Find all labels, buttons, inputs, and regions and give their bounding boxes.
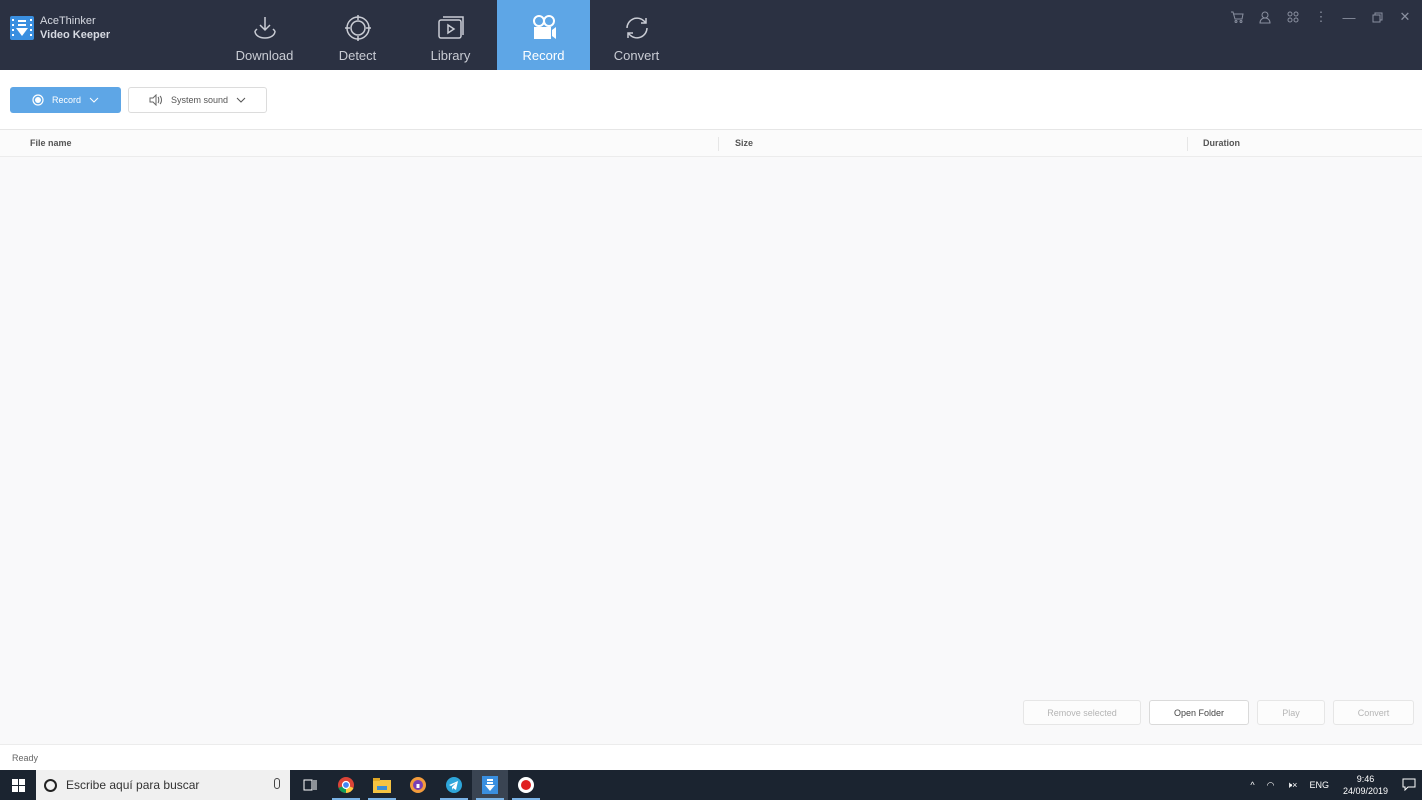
tab-label: Convert: [613, 48, 660, 63]
video-keeper-icon[interactable]: [472, 770, 508, 800]
chrome-icon[interactable]: [328, 770, 364, 800]
download-icon: [253, 17, 276, 39]
wifi-icon[interactable]: ◠: [1261, 780, 1281, 791]
convert-icon: [625, 17, 648, 39]
windows-taskbar: Escribe aquí para buscar ^ ◠ 🕨× ENG 9:46…: [0, 770, 1422, 800]
taskbar-apps: [292, 770, 544, 800]
column-duration[interactable]: Duration: [1203, 130, 1240, 157]
close-icon[interactable]: ✕: [1396, 8, 1414, 26]
recorder-icon[interactable]: [508, 770, 544, 800]
apps-icon[interactable]: [1284, 8, 1302, 26]
table-header: File name Size Duration: [0, 130, 1422, 157]
vpn-browser-icon[interactable]: [400, 770, 436, 800]
tab-label: Record: [522, 48, 565, 63]
recordings-list: [0, 158, 1422, 698]
open-folder-button[interactable]: Open Folder: [1149, 700, 1249, 725]
cortana-icon: [44, 778, 57, 792]
main-nav: Download Detect Library Record Convert: [218, 0, 683, 70]
user-icon[interactable]: [1256, 8, 1274, 26]
start-button[interactable]: [0, 770, 36, 800]
app-window: AceThinker Video Keeper Download Detect …: [0, 0, 1422, 770]
toolbar: Record System sound: [0, 70, 1422, 130]
chevron-down-icon: [236, 97, 246, 103]
remove-selected-button[interactable]: Remove selected: [1023, 700, 1141, 725]
audio-source-label: System sound: [170, 95, 229, 105]
play-button[interactable]: Play: [1257, 700, 1325, 725]
taskbar-search[interactable]: Escribe aquí para buscar: [36, 770, 290, 800]
tab-library[interactable]: Library: [404, 0, 497, 70]
windows-icon: [11, 778, 25, 792]
clock-time: 9:46: [1356, 774, 1375, 784]
video-keeper-logo-icon: [10, 16, 34, 40]
column-divider: [1187, 137, 1188, 151]
cart-icon[interactable]: [1228, 8, 1246, 26]
tab-label: Detect: [338, 48, 377, 63]
tab-download[interactable]: Download: [218, 0, 311, 70]
language-indicator[interactable]: ENG: [1303, 780, 1335, 790]
audio-source-dropdown[interactable]: System sound: [128, 87, 267, 113]
minimize-icon[interactable]: —: [1340, 8, 1358, 26]
tab-record[interactable]: Record: [497, 0, 590, 70]
convert-button[interactable]: Convert: [1333, 700, 1414, 725]
status-bar: Ready: [0, 744, 1422, 770]
volume-muted-icon[interactable]: 🕨×: [1281, 780, 1304, 791]
tab-label: Download: [235, 48, 294, 63]
chevron-down-icon: [89, 97, 99, 103]
action-buttons: Remove selected Open Folder Play Convert: [1023, 700, 1414, 725]
microphone-icon[interactable]: [274, 778, 280, 789]
record-button[interactable]: Record: [10, 87, 121, 113]
clock[interactable]: 9:46 24/09/2019: [1335, 773, 1396, 797]
app-logo: AceThinker Video Keeper: [10, 14, 110, 42]
tab-label: Library: [430, 48, 471, 63]
product-name: Video Keeper: [40, 29, 111, 41]
notifications-icon[interactable]: [1396, 778, 1422, 793]
system-tray: ^ ◠ 🕨× ENG 9:46 24/09/2019: [1244, 770, 1422, 800]
tab-detect[interactable]: Detect: [311, 0, 404, 70]
brand-name: AceThinker: [40, 15, 96, 27]
window-controls: ⋮ — ✕: [1228, 8, 1414, 26]
file-explorer-icon[interactable]: [364, 770, 400, 800]
telegram-icon[interactable]: [436, 770, 472, 800]
column-size[interactable]: Size: [735, 130, 753, 157]
search-placeholder: Escribe aquí para buscar: [66, 778, 200, 792]
speaker-icon: [149, 94, 162, 106]
column-file-name[interactable]: File name: [30, 130, 72, 157]
detect-icon: [344, 15, 371, 41]
top-bar: AceThinker Video Keeper Download Detect …: [0, 0, 1422, 70]
library-icon: [437, 16, 464, 39]
tab-convert[interactable]: Convert: [590, 0, 683, 70]
restore-icon[interactable]: [1368, 8, 1386, 26]
more-icon[interactable]: ⋮: [1312, 8, 1330, 26]
task-view-icon[interactable]: [292, 770, 328, 800]
clock-date: 24/09/2019: [1342, 786, 1388, 796]
record-label: Record: [51, 95, 81, 105]
record-dot-icon: [32, 94, 44, 106]
show-hidden-icons[interactable]: ^: [1244, 780, 1260, 790]
column-divider: [718, 137, 719, 151]
camera-icon: [532, 15, 556, 39]
